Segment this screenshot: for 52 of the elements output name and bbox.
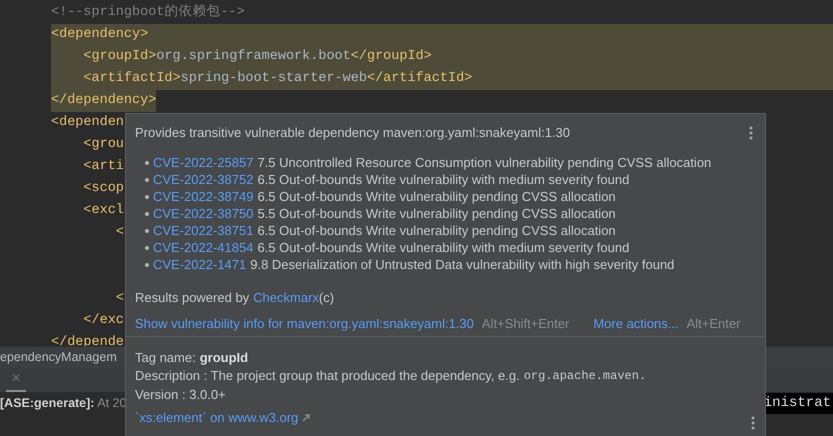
bullet-icon bbox=[145, 161, 149, 165]
more-icon[interactable] bbox=[749, 126, 753, 140]
code-line: < bbox=[114, 290, 124, 308]
code-line: <artifactId>spring-boot-starter-web</artifactId> bbox=[82, 70, 472, 88]
cve-description: 6.5 Out-of-bounds Write vulnerability with medium severity found bbox=[257, 239, 630, 258]
cve-description: 6.5 Out-of-bounds Write vulnerability pending CVSS allocation bbox=[257, 222, 616, 240]
shortcut-text: Alt+Shift+Enter bbox=[482, 315, 570, 333]
cve-link[interactable]: CVE-2022-1471 bbox=[153, 255, 246, 275]
version-text: Version : 3.0.0+ bbox=[135, 386, 227, 403]
code-line: <dependen bbox=[51, 114, 124, 132]
bullet-icon bbox=[145, 229, 149, 233]
powered-by-text: Results powered by bbox=[135, 288, 250, 307]
cve-description: 6.5 Out-of-bounds Write vulnerability pending CVSS allocation bbox=[257, 188, 616, 206]
action-link[interactable]: More actions... bbox=[593, 314, 679, 334]
documentation-link[interactable]: `xs:element` on www.w3.org bbox=[135, 408, 298, 428]
cve-link[interactable]: CVE-2022-38749 bbox=[153, 187, 254, 207]
bullet-icon bbox=[145, 178, 149, 182]
cve-link[interactable]: CVE-2022-38750 bbox=[153, 204, 254, 224]
cve-description: 7.5 Uncontrolled Resource Consumption vulnerability pending CVSS allocation bbox=[257, 154, 712, 172]
code-line: <groupId>org.springframework.boot</groupId> bbox=[82, 48, 432, 66]
code-line: <grou bbox=[82, 136, 124, 154]
bullet-icon bbox=[145, 246, 149, 250]
more-icon[interactable] bbox=[751, 416, 755, 430]
close-button[interactable]: × bbox=[6, 368, 26, 392]
description-text: Description : The project group that produced the dependency, e.g. bbox=[135, 367, 520, 386]
popup-title: Provides transitive vulnerable dependency maven:org.yaml:snakeyaml:1.30 bbox=[135, 124, 570, 142]
cve-link[interactable]: CVE-2022-25857 bbox=[153, 153, 254, 173]
cve-description: 9.8 Deserialization of Untrusted Data vulnerability with high severity found bbox=[250, 256, 674, 274]
cve-description: 6.5 Out-of-bounds Write vulnerability with medium severity found bbox=[257, 171, 630, 190]
tag-name: groupId bbox=[200, 348, 248, 367]
bullet-icon bbox=[145, 212, 149, 216]
cve-link[interactable]: CVE-2022-38752 bbox=[153, 170, 254, 190]
cve-link[interactable]: CVE-2022-38751 bbox=[153, 221, 254, 241]
copyright-text: (c) bbox=[318, 288, 334, 307]
code-line: </exc bbox=[82, 312, 124, 330]
shortcut-text: Alt+Enter bbox=[686, 315, 740, 333]
code-line: <arti bbox=[82, 158, 124, 176]
cve-link[interactable]: CVE-2022-41854 bbox=[153, 238, 254, 258]
code-snippet: org.apache.maven. bbox=[524, 368, 646, 385]
code-line: <excl bbox=[82, 202, 124, 220]
tag-label: Tag name: bbox=[135, 348, 196, 367]
console-text: inistrat bbox=[764, 392, 833, 414]
action-link[interactable]: Show vulnerability info for maven:org.yaml:snakeyaml:1.30 bbox=[135, 314, 474, 334]
checkmarx-link[interactable]: Checkmarx bbox=[253, 288, 319, 307]
bullet-icon bbox=[145, 263, 149, 267]
external-link-icon bbox=[302, 414, 310, 422]
code-line: <scop bbox=[82, 180, 124, 198]
code-line: <dependency> bbox=[51, 26, 148, 44]
cve-description: 5.5 Out-of-bounds Write vulnerability pending CVSS allocation bbox=[257, 205, 616, 224]
code-line: <!--springboot的依赖包--> bbox=[51, 3, 245, 22]
code-line: < bbox=[114, 224, 124, 242]
bullet-icon bbox=[145, 195, 149, 199]
